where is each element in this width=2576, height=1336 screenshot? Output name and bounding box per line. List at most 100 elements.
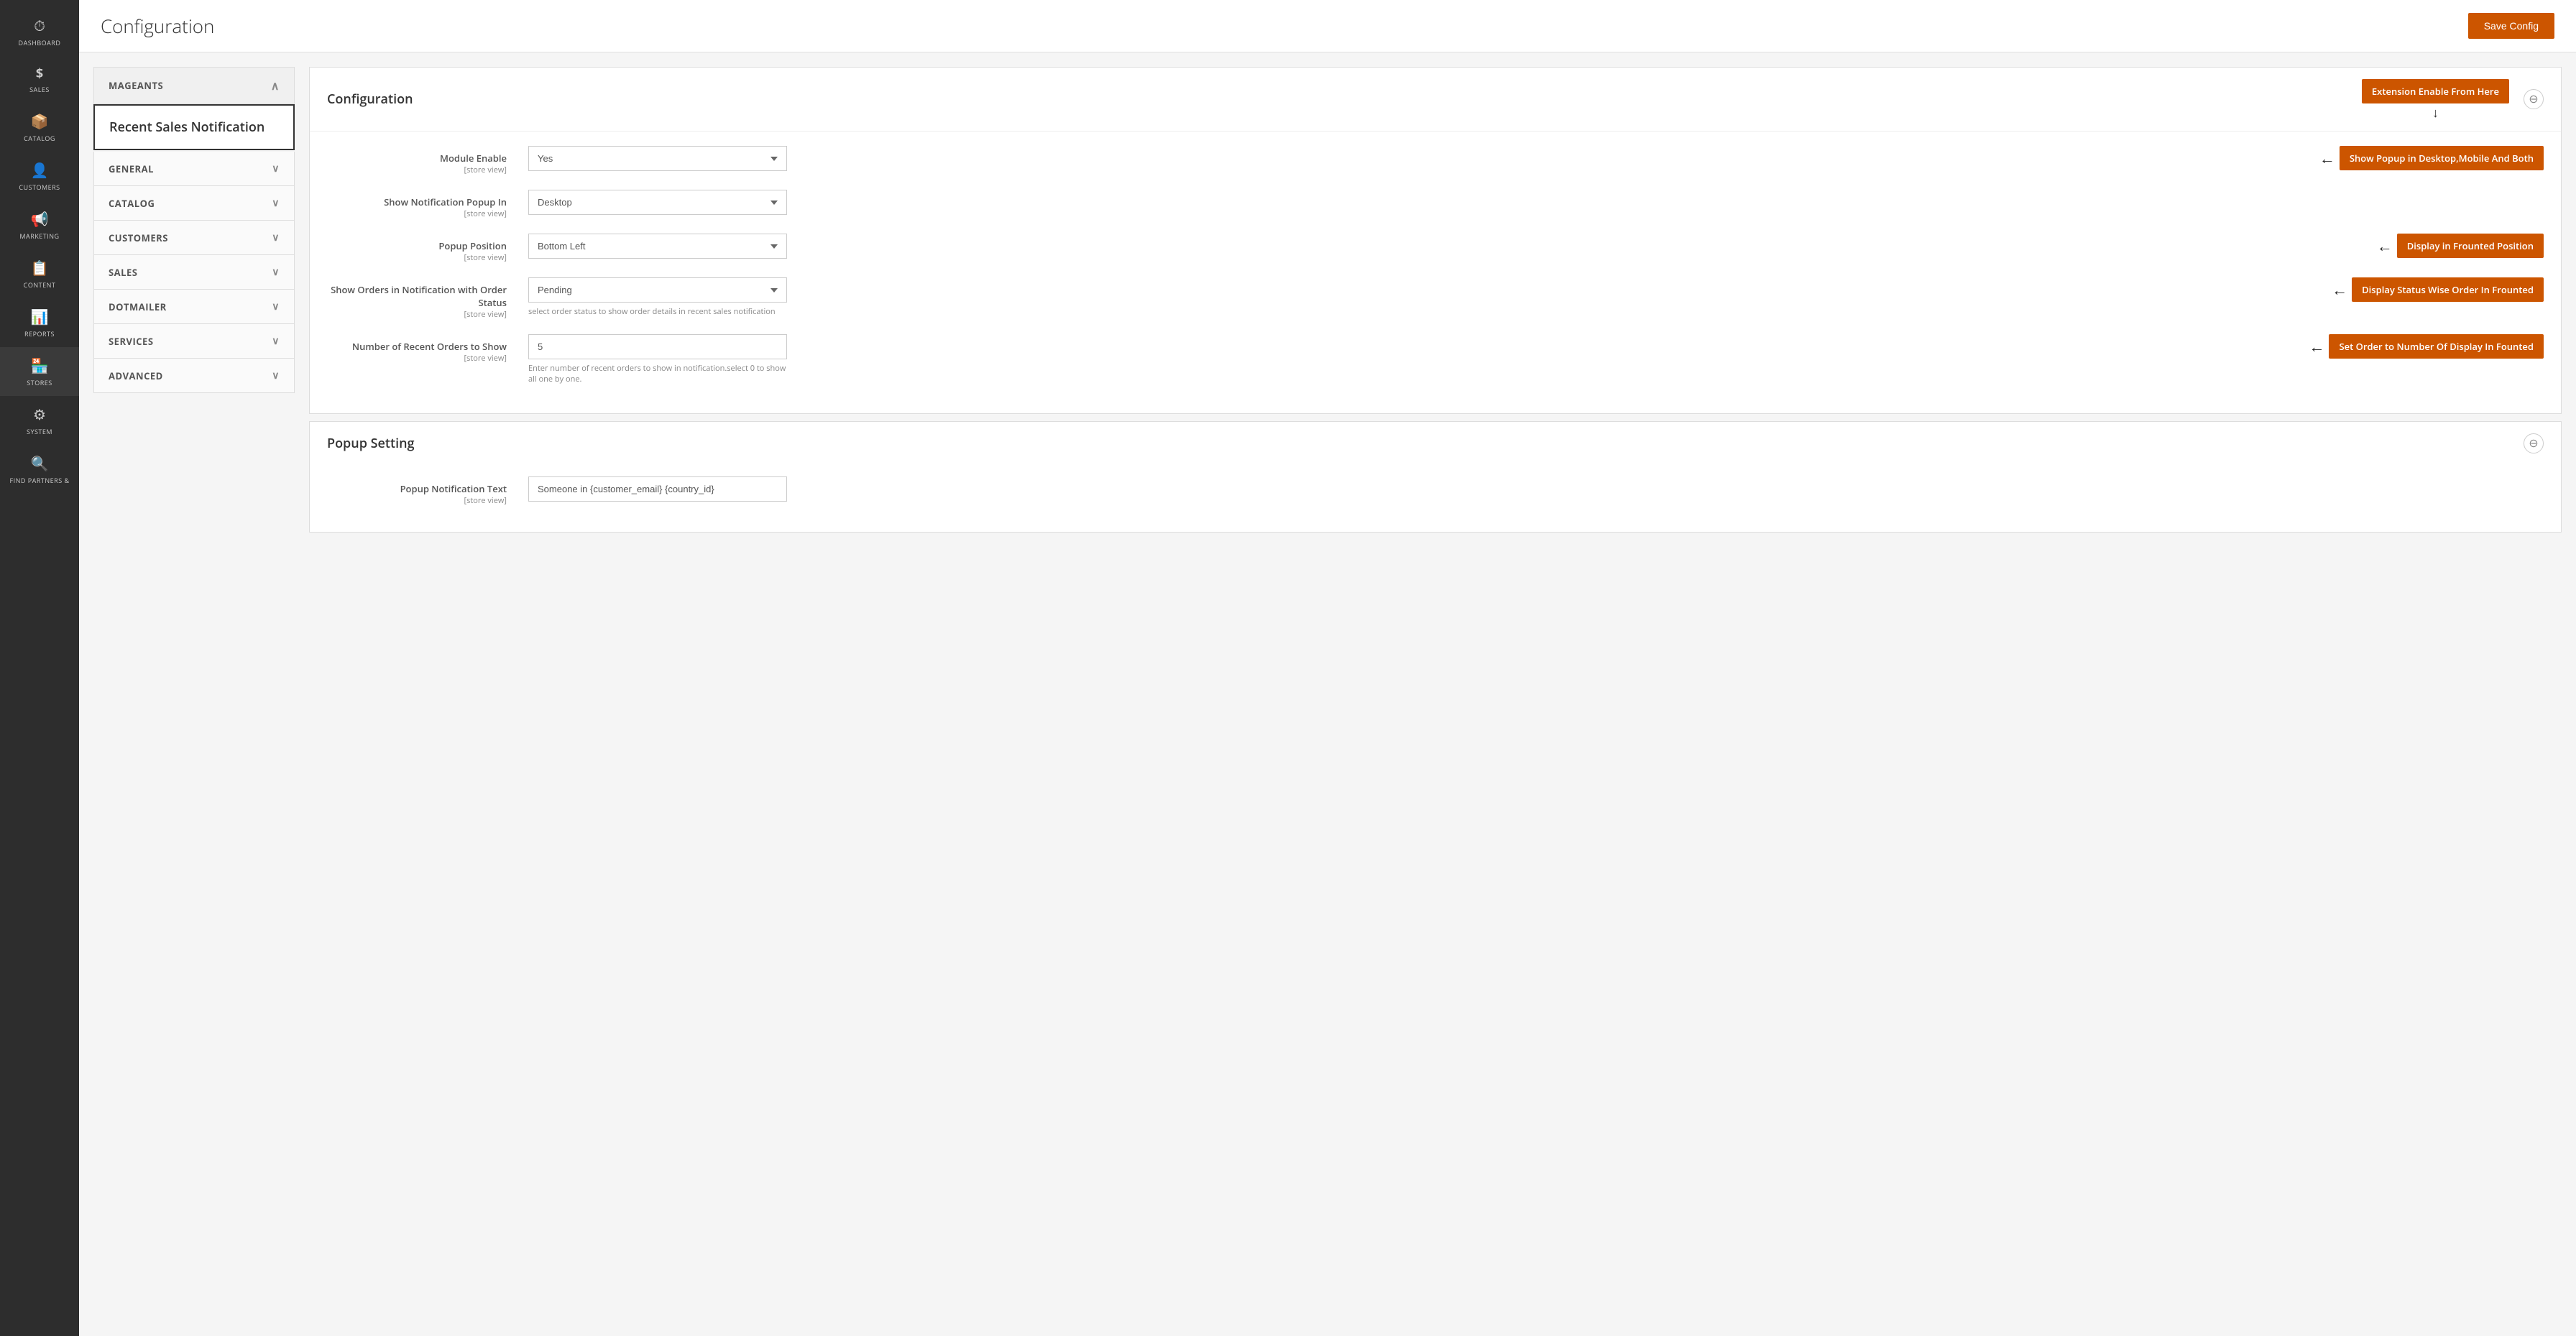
show-orders-select[interactable]: Pending Processing Complete Cancelled [528, 277, 787, 303]
module-enable-label-area: Module Enable [store view] [327, 146, 514, 175]
accordion-dotmailer-chevron-icon: ∨ [272, 300, 280, 313]
catalog-icon: 📦 [31, 111, 49, 131]
configuration-collapse-button[interactable]: ⊖ [2524, 89, 2544, 109]
sales-icon: $ [36, 65, 43, 82]
accordion-advanced-label: ADVANCED [109, 369, 163, 382]
display-status-arrow-area: ← Display Status Wise Order In Frounted [2332, 277, 2544, 302]
find-partners-icon: 🔍 [31, 453, 49, 473]
accordion-sales: SALES ∨ [93, 255, 295, 290]
sidebar-item-find-partners-label: FIND PARTNERS & [9, 476, 69, 485]
sidebar-item-stores[interactable]: 🏪 STORES [0, 347, 79, 396]
system-icon: ⚙ [33, 405, 46, 424]
show-orders-hint: select order status to show order detail… [528, 306, 787, 317]
accordion-catalog-chevron-icon: ∨ [272, 196, 280, 210]
number-recent-orders-hint: Enter number of recent orders to show in… [528, 363, 787, 384]
right-panel: Configuration Extension Enable From Here… [309, 67, 2562, 1322]
save-config-button[interactable]: Save Config [2468, 13, 2554, 39]
sidebar-item-dashboard-label: DASHBOARD [19, 38, 61, 47]
accordion-services-chevron-icon: ∨ [272, 334, 280, 348]
accordion-advanced-chevron-icon: ∨ [272, 369, 280, 382]
popup-setting-body: Popup Notification Text [store view] [310, 465, 2561, 532]
set-order-callout: Set Order to Number Of Display In Founte… [2329, 334, 2544, 359]
show-notification-input-area: Desktop Mobile Both [528, 190, 2360, 215]
popup-position-select[interactable]: Bottom Left Bottom Right Top Left Top Ri… [528, 234, 787, 259]
module-enable-row: Module Enable [store view] Yes No ← [327, 146, 2544, 175]
number-recent-orders-label: Number of Recent Orders to Show [327, 340, 507, 353]
configuration-body: Module Enable [store view] Yes No ← [310, 132, 2561, 413]
sidebar-item-dashboard[interactable]: ⏱ DASHBOARD [0, 7, 79, 56]
content-area: MAGEANTS ∧ Recent Sales Notification GEN… [79, 52, 2576, 1336]
set-order-arrow-area: ← Set Order to Number Of Display In Foun… [2309, 334, 2544, 359]
left-panel: MAGEANTS ∧ Recent Sales Notification GEN… [93, 67, 295, 1322]
sidebar-item-content[interactable]: 📋 CONTENT [0, 249, 79, 298]
customers-icon: 👤 [31, 160, 49, 180]
show-notification-label: Show Notification Popup In [327, 195, 507, 208]
popup-notification-text-input[interactable] [528, 476, 787, 502]
show-notification-label-area: Show Notification Popup In [store view] [327, 190, 514, 219]
sidebar-item-sales[interactable]: $ SALES [0, 56, 79, 103]
extension-enable-arrow: ↓ [2432, 106, 2439, 119]
mageants-section-header[interactable]: MAGEANTS ∧ [93, 67, 295, 104]
number-recent-orders-sublabel: [store view] [327, 353, 507, 364]
popup-notification-text-sublabel: [store view] [327, 495, 507, 506]
accordion-dotmailer-header[interactable]: DOTMAILER ∨ [94, 290, 294, 323]
show-orders-input-area: Pending Processing Complete Cancelled se… [528, 277, 2306, 317]
configuration-section: Configuration Extension Enable From Here… [309, 67, 2562, 414]
configuration-section-title: Configuration [327, 91, 413, 108]
arrow-right-4-icon: ← [2309, 336, 2324, 357]
show-orders-label-area: Show Orders in Notification with Order S… [327, 277, 514, 320]
popup-position-sublabel: [store view] [327, 252, 507, 263]
number-recent-orders-row: Number of Recent Orders to Show [store v… [327, 334, 2544, 384]
sidebar-item-customers[interactable]: 👤 CUSTOMERS [0, 152, 79, 201]
sidebar-item-system[interactable]: ⚙ SYSTEM [0, 396, 79, 445]
sidebar-item-reports-label: REPORTS [24, 329, 55, 338]
accordion-general-chevron-icon: ∨ [272, 162, 280, 175]
arrow-right-icon: ← [2319, 147, 2335, 169]
accordion-services: SERVICES ∨ [93, 324, 295, 359]
accordion-services-header[interactable]: SERVICES ∨ [94, 324, 294, 358]
sidebar-item-marketing-label: MARKETING [19, 231, 59, 241]
module-enable-sublabel: [store view] [327, 165, 507, 175]
sidebar-item-stores-label: STORES [27, 378, 52, 387]
sidebar-item-reports[interactable]: 📊 REPORTS [0, 298, 79, 347]
accordion-sales-header[interactable]: SALES ∨ [94, 255, 294, 289]
accordion-dotmailer: DOTMAILER ∨ [93, 290, 295, 324]
accordion-general-header[interactable]: GENERAL ∨ [94, 152, 294, 185]
display-position-callout: Display in Frounted Position [2397, 234, 2544, 258]
sidebar: ⏱ DASHBOARD $ SALES 📦 CATALOG 👤 CUSTOMER… [0, 0, 79, 1336]
number-recent-orders-input-area: Enter number of recent orders to show in… [528, 334, 2283, 384]
configuration-section-header: Configuration Extension Enable From Here… [310, 68, 2561, 132]
accordion-dotmailer-label: DOTMAILER [109, 300, 167, 313]
accordion-advanced-header[interactable]: ADVANCED ∨ [94, 359, 294, 392]
accordion-catalog-header[interactable]: CATALOG ∨ [94, 186, 294, 220]
sidebar-item-catalog[interactable]: 📦 CATALOG [0, 103, 79, 152]
popup-position-input-area: Bottom Left Bottom Right Top Left Top Ri… [528, 234, 2352, 259]
show-notification-select[interactable]: Desktop Mobile Both [528, 190, 787, 215]
popup-setting-collapse-button[interactable]: ⊖ [2524, 433, 2544, 453]
number-recent-orders-input[interactable] [528, 334, 787, 359]
page-title: Configuration [101, 13, 214, 39]
popup-setting-section: Popup Setting ⊖ Popup Notification Text … [309, 421, 2562, 533]
sidebar-item-marketing[interactable]: 📢 MARKETING [0, 201, 79, 249]
sidebar-item-sales-label: SALES [29, 85, 50, 94]
show-popup-callout: Show Popup in Desktop,Mobile And Both [2340, 146, 2544, 170]
accordion-advanced: ADVANCED ∨ [93, 359, 295, 393]
sidebar-item-find-partners[interactable]: 🔍 FIND PARTNERS & [0, 445, 79, 494]
recent-sales-label: Recent Sales Notification [109, 119, 264, 136]
top-header: Configuration Save Config [79, 0, 2576, 52]
arrow-right-2-icon: ← [2377, 235, 2393, 257]
accordion-services-label: SERVICES [109, 335, 154, 348]
dashboard-icon: ⏱ [34, 16, 45, 35]
content-icon: 📋 [31, 258, 49, 277]
display-position-callout-wrapper: ← Display in Frounted Position [2377, 234, 2544, 258]
accordion-customers-label: CUSTOMERS [109, 231, 168, 244]
accordion-catalog: CATALOG ∨ [93, 186, 295, 221]
down-arrow-icon: ↓ [2432, 106, 2439, 119]
show-orders-label: Show Orders in Notification with Order S… [327, 283, 507, 309]
popup-notification-text-label: Popup Notification Text [327, 482, 507, 495]
show-popup-callout-wrapper: ← Show Popup in Desktop,Mobile And Both [2319, 146, 2544, 170]
mageants-label: MAGEANTS [109, 79, 163, 92]
recent-sales-notification-item[interactable]: Recent Sales Notification [93, 104, 295, 150]
accordion-customers-header[interactable]: CUSTOMERS ∨ [94, 221, 294, 254]
module-enable-select[interactable]: Yes No [528, 146, 787, 171]
